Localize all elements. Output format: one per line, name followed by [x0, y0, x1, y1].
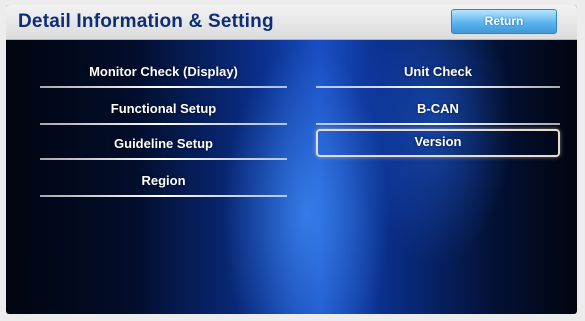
menu-item-underline — [40, 123, 287, 125]
menu-item-guideline-setup[interactable]: Guideline Setup — [40, 132, 287, 160]
menu-item-underline — [316, 86, 560, 88]
menu-item-label: Region — [141, 173, 186, 188]
menu-item-label: Version — [414, 134, 462, 149]
header-bar: Detail Information & Setting Return — [6, 5, 577, 40]
menu-item-unit-check[interactable]: Unit Check — [316, 60, 560, 88]
menu-item-underline — [40, 158, 287, 160]
page-title: Detail Information & Setting — [18, 11, 274, 32]
menu-item-monitor-check[interactable]: Monitor Check (Display) — [40, 60, 287, 88]
menu-item-b-can[interactable]: B-CAN — [316, 97, 560, 125]
menu-item-underline — [316, 123, 560, 125]
menu-item-underline — [40, 86, 287, 88]
screen: Detail Information & Setting Return Moni… — [6, 5, 577, 314]
menu-item-label: Unit Check — [404, 64, 472, 79]
menu-item-underline — [40, 195, 287, 197]
menu-item-label: Functional Setup — [110, 101, 217, 116]
return-button[interactable]: Return — [451, 9, 557, 34]
menu-item-functional-setup[interactable]: Functional Setup — [40, 97, 287, 125]
menu-item-label: Guideline Setup — [114, 136, 213, 151]
display-bezel: Detail Information & Setting Return Moni… — [0, 0, 585, 321]
menu-item-region[interactable]: Region — [40, 169, 287, 197]
menu-item-label: Monitor Check (Display) — [89, 64, 238, 79]
menu-item-label: B-CAN — [417, 101, 459, 116]
menu-item-version[interactable]: Version — [316, 129, 560, 157]
